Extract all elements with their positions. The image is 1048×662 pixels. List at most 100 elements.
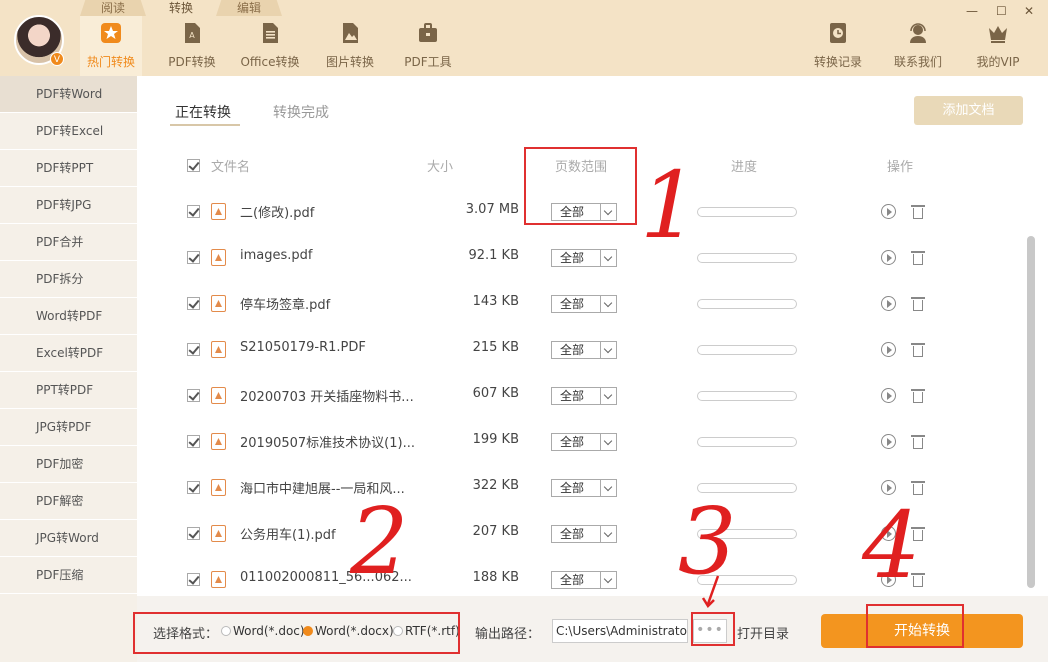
page-range-select[interactable]: 全部 <box>551 571 617 589</box>
row-checkbox[interactable] <box>187 343 200 356</box>
play-icon[interactable] <box>881 434 896 449</box>
file-size: 607 KB <box>472 386 519 401</box>
window-close-button[interactable]: ✕ <box>1024 4 1034 18</box>
sidebar-item-word-to-pdf[interactable]: Word转PDF <box>0 298 137 335</box>
sidebar-item-pdf-compress[interactable]: PDF压缩 <box>0 557 137 594</box>
sidebar: PDF转Word PDF转Excel PDF转PPT PDF转JPG PDF合并… <box>0 76 137 662</box>
trash-icon[interactable] <box>911 296 925 311</box>
trash-icon[interactable] <box>911 250 925 265</box>
page-range-select[interactable]: 全部 <box>551 479 617 497</box>
table-row: 海口市中建旭展--一局和风... 322 KB 全部 <box>187 473 967 519</box>
file-name: 011002000811_56...062... <box>240 570 412 585</box>
trash-icon[interactable] <box>911 434 925 449</box>
bottom-bar: 选择格式： Word(*.doc) Word(*.docx) RTF(*.rtf… <box>137 596 1048 662</box>
play-icon[interactable] <box>881 296 896 311</box>
nav-office-convert[interactable]: Office转换 <box>240 22 300 74</box>
nav-label: PDF转换 <box>168 55 216 69</box>
page-range-select[interactable]: 全部 <box>551 249 617 267</box>
trash-icon[interactable] <box>911 342 925 357</box>
window-maximize-button[interactable]: ☐ <box>996 4 1007 18</box>
trash-icon[interactable] <box>911 204 925 219</box>
nav-image-convert[interactable]: 图片转换 <box>322 22 378 74</box>
nav-pdf-convert[interactable]: A PDF转换 <box>164 22 220 74</box>
page-range-select[interactable]: 全部 <box>551 433 617 451</box>
page-range-value: 全部 <box>560 527 585 541</box>
page-range-select[interactable]: 全部 <box>551 203 617 221</box>
trash-icon[interactable] <box>911 388 925 403</box>
tab-converting[interactable]: 正在转换 <box>175 102 231 122</box>
headset-icon <box>910 23 926 43</box>
row-checkbox[interactable] <box>187 527 200 540</box>
open-directory-link[interactable]: 打开目录 <box>737 623 789 642</box>
clock-icon <box>830 23 846 43</box>
file-name: 二(修改).pdf <box>240 206 315 221</box>
play-icon[interactable] <box>881 572 896 587</box>
table-row: images.pdf 92.1 KB 全部 <box>187 243 967 289</box>
sidebar-item-pdf-split[interactable]: PDF拆分 <box>0 261 137 298</box>
start-convert-button[interactable]: 开始转换 <box>821 614 1023 648</box>
vertical-scrollbar[interactable] <box>1027 236 1035 588</box>
row-checkbox[interactable] <box>187 205 200 218</box>
row-checkbox[interactable] <box>187 481 200 494</box>
window-minimize-button[interactable]: — <box>966 4 978 18</box>
sidebar-item-pdf-merge[interactable]: PDF合并 <box>0 224 137 261</box>
play-icon[interactable] <box>881 342 896 357</box>
format-radio-docx[interactable]: Word(*.docx) <box>303 624 394 638</box>
output-path-field[interactable]: C:\Users\Administrator <box>552 619 688 643</box>
row-checkbox[interactable] <box>187 251 200 264</box>
nav-pdf-tools[interactable]: PDF工具 <box>400 22 456 74</box>
radio-dot <box>393 626 403 636</box>
progress-bar <box>697 575 797 585</box>
row-checkbox[interactable] <box>187 297 200 310</box>
chevron-down-icon <box>600 296 616 312</box>
progress-bar <box>697 391 797 401</box>
page-range-select[interactable]: 全部 <box>551 341 617 359</box>
browse-button[interactable]: ••• <box>693 619 727 643</box>
trash-icon[interactable] <box>911 526 925 541</box>
sidebar-item-pdf-to-ppt[interactable]: PDF转PPT <box>0 150 137 187</box>
nav-hot-convert[interactable]: 热门转换 <box>80 16 142 76</box>
pdf-icon: A <box>185 23 200 43</box>
sidebar-item-pdf-to-excel[interactable]: PDF转Excel <box>0 113 137 150</box>
page-range-select[interactable]: 全部 <box>551 525 617 543</box>
play-icon[interactable] <box>881 204 896 219</box>
table-header: 文件名 大小 页数范围 进度 操作 <box>187 156 947 176</box>
sidebar-item-excel-to-pdf[interactable]: Excel转PDF <box>0 335 137 372</box>
nav-contact[interactable]: 联系我们 <box>890 22 946 74</box>
sidebar-item-pdf-encrypt[interactable]: PDF加密 <box>0 446 137 483</box>
chevron-down-icon <box>600 526 616 542</box>
image-icon <box>343 23 358 43</box>
mode-tab-convert[interactable]: 转换 <box>148 0 214 16</box>
mode-tab-read[interactable]: 阅读 <box>80 0 146 16</box>
page-range-select[interactable]: 全部 <box>551 295 617 313</box>
tab-done[interactable]: 转换完成 <box>273 102 329 122</box>
play-icon[interactable] <box>881 480 896 495</box>
pdf-file-icon <box>211 341 226 358</box>
add-document-button[interactable]: 添加文档 <box>914 96 1023 125</box>
trash-icon[interactable] <box>911 480 925 495</box>
format-radio-doc[interactable]: Word(*.doc) <box>221 624 305 638</box>
sidebar-item-pdf-decrypt[interactable]: PDF解密 <box>0 483 137 520</box>
play-icon[interactable] <box>881 526 896 541</box>
sidebar-item-jpg-to-word[interactable]: JPG转Word <box>0 520 137 557</box>
page-range-select[interactable]: 全部 <box>551 387 617 405</box>
row-checkbox[interactable] <box>187 435 200 448</box>
sidebar-item-ppt-to-pdf[interactable]: PPT转PDF <box>0 372 137 409</box>
nav-my-vip[interactable]: 我的VIP <box>970 22 1026 74</box>
select-all-checkbox[interactable] <box>187 159 200 172</box>
play-icon[interactable] <box>881 250 896 265</box>
sidebar-item-pdf-to-word[interactable]: PDF转Word <box>0 76 137 113</box>
sidebar-item-jpg-to-pdf[interactable]: JPG转PDF <box>0 409 137 446</box>
radio-dot <box>221 626 231 636</box>
row-checkbox[interactable] <box>187 389 200 402</box>
trash-icon[interactable] <box>911 572 925 587</box>
format-radio-rtf[interactable]: RTF(*.rtf) <box>393 624 460 638</box>
row-checkbox[interactable] <box>187 573 200 586</box>
radio-dot <box>303 626 313 636</box>
progress-bar <box>697 299 797 309</box>
sidebar-item-pdf-to-jpg[interactable]: PDF转JPG <box>0 187 137 224</box>
play-icon[interactable] <box>881 388 896 403</box>
mode-tabs: 阅读 转换 编辑 <box>80 0 284 16</box>
mode-tab-edit[interactable]: 编辑 <box>216 0 282 16</box>
nav-history[interactable]: 转换记录 <box>808 22 868 74</box>
